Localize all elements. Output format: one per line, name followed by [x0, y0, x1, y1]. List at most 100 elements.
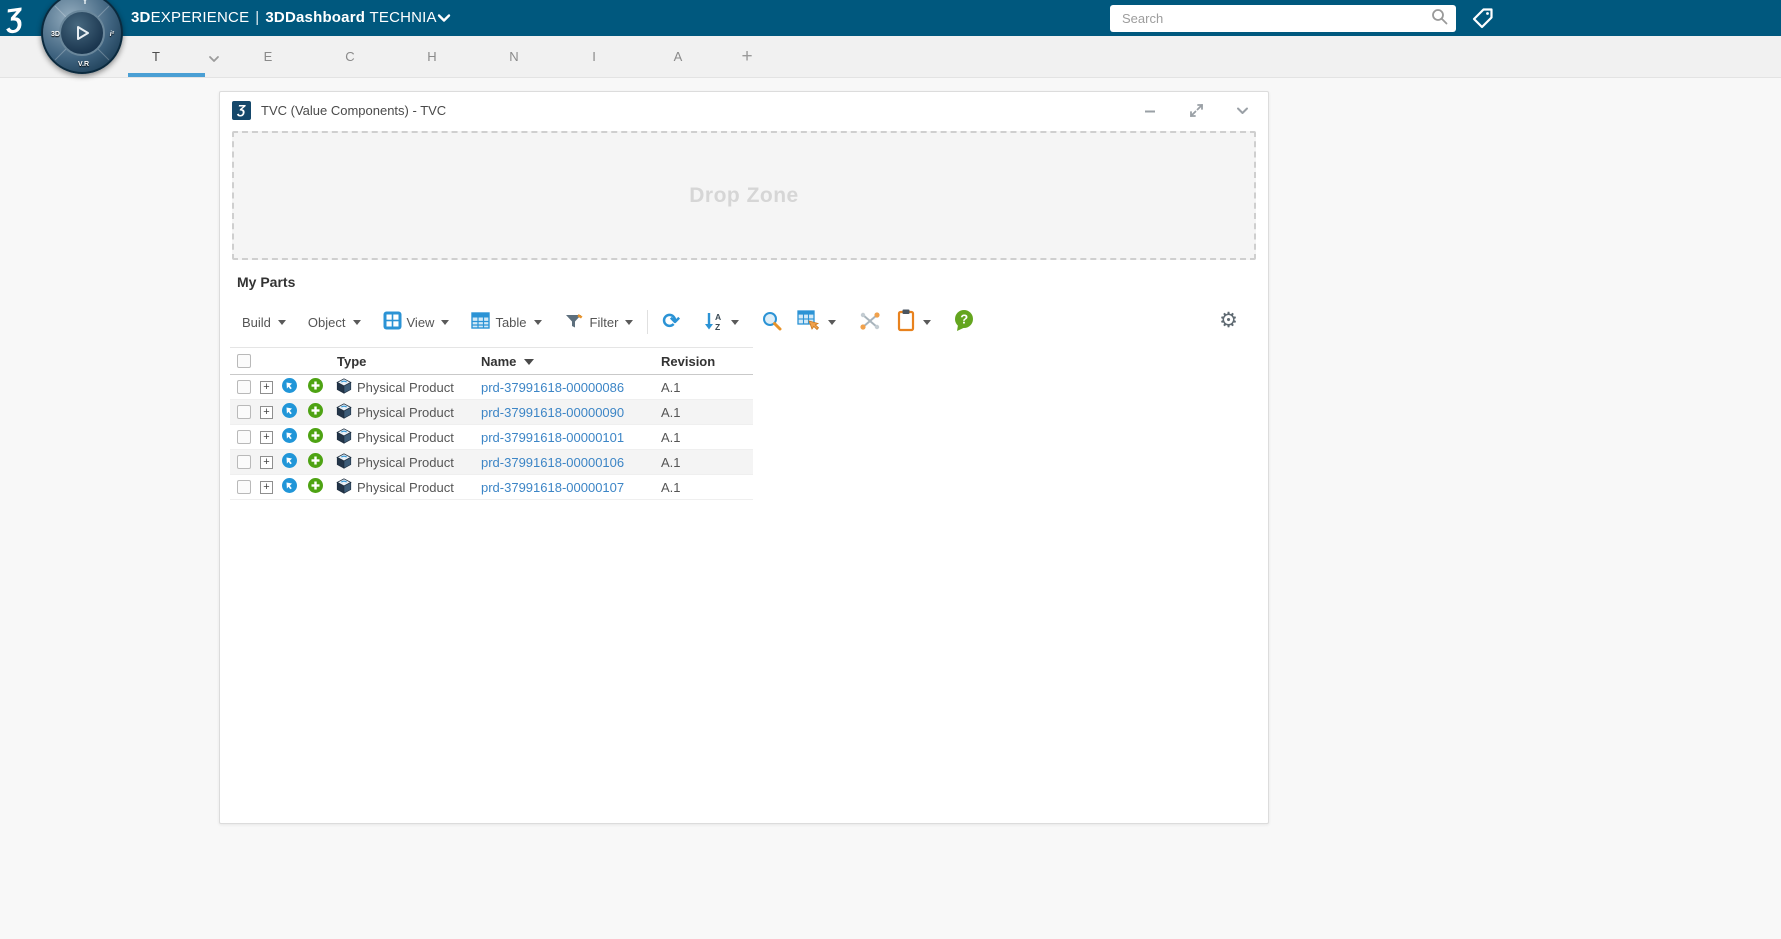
build-menu[interactable]: Build [242, 315, 286, 330]
table-row: + Physical Product prd-37991618-00000101… [230, 425, 753, 450]
navigate-icon[interactable] [282, 428, 297, 443]
table-menu[interactable]: Table [471, 311, 542, 333]
expand-row-icon[interactable]: + [260, 455, 273, 469]
tab-n[interactable]: N [496, 36, 532, 78]
physical-product-cube-icon [336, 377, 352, 397]
select-all-checkbox[interactable] [237, 354, 251, 368]
type-cell: Physical Product [357, 479, 454, 495]
sort-descending-icon [524, 359, 535, 366]
expand-row-icon[interactable]: + [260, 480, 273, 494]
disconnect-icon [858, 310, 882, 335]
add-tab-button[interactable]: + [729, 36, 765, 78]
tab-chevron-down-icon[interactable] [208, 52, 220, 70]
chevron-down-icon [625, 319, 634, 325]
section-title: My Parts [237, 274, 296, 290]
expand-row-icon[interactable]: + [260, 405, 273, 419]
filter-funnel-icon [564, 311, 585, 334]
widget-title: TVC (Value Components) - TVC [261, 103, 447, 118]
drop-zone[interactable]: Drop Zone [232, 131, 1256, 260]
navigate-icon[interactable] [282, 478, 297, 493]
svg-text:Z: Z [715, 322, 720, 332]
physical-product-cube-icon [336, 427, 352, 447]
search-input[interactable] [1110, 11, 1431, 26]
physical-product-cube-icon [336, 402, 352, 422]
tab-a[interactable]: A [660, 36, 696, 78]
compass-top-quadrant[interactable] [81, 0, 89, 7]
row-checkbox[interactable] [237, 380, 251, 394]
tab-i[interactable]: I [576, 36, 612, 78]
add-icon[interactable] [308, 478, 323, 493]
sort-menu[interactable]: AZ [702, 310, 740, 335]
add-icon[interactable] [308, 428, 323, 443]
tab-t[interactable]: T [138, 36, 174, 78]
compass-play-button[interactable] [59, 10, 105, 56]
part-name-link[interactable]: prd-37991618-00000106 [481, 455, 624, 470]
object-menu[interactable]: Object [308, 315, 361, 330]
brand-tenant: TECHNIA [369, 9, 437, 26]
chevron-down-icon [533, 319, 542, 325]
add-icon[interactable] [308, 378, 323, 393]
magnifier-icon [761, 310, 783, 335]
view-menu[interactable]: View [383, 311, 450, 333]
row-checkbox[interactable] [237, 405, 251, 419]
tag-icon[interactable] [1470, 6, 1495, 36]
expand-row-icon[interactable]: + [260, 380, 273, 394]
tab-e[interactable]: E [250, 36, 286, 78]
filter-menu[interactable]: Filter [564, 311, 634, 334]
minimize-icon[interactable] [1142, 103, 1158, 119]
tvc-widget: Ʒ TVC (Value Components) - TVC Drop Zone… [219, 91, 1269, 824]
physical-product-cube-icon [336, 452, 352, 472]
widget-app-icon: Ʒ [232, 101, 251, 120]
column-select-menu[interactable] [797, 309, 837, 335]
compare-structure-button[interactable] [858, 310, 882, 335]
search-icon[interactable] [1431, 8, 1448, 30]
search-table-button[interactable] [761, 310, 783, 335]
row-checkbox[interactable] [237, 455, 251, 469]
brand-3d: 3D [131, 9, 151, 26]
part-name-link[interactable]: prd-37991618-00000107 [481, 480, 624, 495]
column-header-type[interactable]: Type [337, 354, 366, 369]
column-header-name[interactable]: Name [481, 354, 516, 369]
navigate-icon[interactable] [282, 403, 297, 418]
drop-zone-label: Drop Zone [689, 183, 799, 207]
compass-3d-quadrant[interactable]: 3D [51, 31, 60, 38]
widget-menu-chevron-icon[interactable] [1235, 103, 1250, 118]
expand-row-icon[interactable]: + [260, 430, 273, 444]
svg-text:?: ? [960, 312, 968, 327]
global-search [1110, 5, 1456, 32]
row-checkbox[interactable] [237, 480, 251, 494]
help-button[interactable]: ? [953, 309, 975, 335]
clipboard-menu[interactable] [896, 309, 932, 335]
top-bar: Ʒ 3DEXPERIENCE|3DDashboard TECHNIA 3D V.… [0, 0, 1781, 74]
part-name-link[interactable]: prd-37991618-00000086 [481, 380, 624, 395]
build-menu-label: Build [242, 314, 271, 330]
navigate-icon[interactable] [282, 453, 297, 468]
widget-header: Ʒ TVC (Value Components) - TVC [220, 92, 1268, 129]
chevron-down-icon [277, 319, 286, 325]
compass-vr-quadrant[interactable]: V.R [78, 61, 89, 68]
chevron-down-icon [828, 319, 837, 325]
brand-app: 3DDashboard [265, 9, 366, 26]
refresh-button[interactable]: ⟳ [662, 310, 681, 333]
maximize-icon[interactable] [1188, 102, 1205, 119]
tab-c[interactable]: C [332, 36, 368, 78]
add-icon[interactable] [308, 403, 323, 418]
settings-gear-icon[interactable]: ⚙ [1219, 309, 1238, 333]
clipboard-icon [896, 309, 916, 335]
part-name-link[interactable]: prd-37991618-00000101 [481, 430, 624, 445]
revision-cell: A.1 [661, 454, 681, 470]
platform-chevron-down-icon[interactable] [437, 11, 451, 30]
dassault-3ds-logo: Ʒ [3, 2, 25, 35]
row-checkbox[interactable] [237, 430, 251, 444]
tab-h[interactable]: H [414, 36, 450, 78]
navigate-icon[interactable] [282, 378, 297, 393]
table-row: + Physical Product prd-37991618-00000090… [230, 400, 753, 425]
refresh-icon: ⟳ [662, 310, 681, 333]
dashboard-tab-bar: T E C H N I A + [0, 36, 1781, 78]
table-header-row: Type Name Revision [230, 347, 753, 375]
table-toolbar: Build Object View Table Filter ⟳ A Z ? ⚙ [242, 304, 1248, 340]
add-icon[interactable] [308, 453, 323, 468]
column-header-revision[interactable]: Revision [661, 354, 715, 369]
compass-info-quadrant[interactable]: i² [110, 31, 114, 38]
part-name-link[interactable]: prd-37991618-00000090 [481, 405, 624, 420]
